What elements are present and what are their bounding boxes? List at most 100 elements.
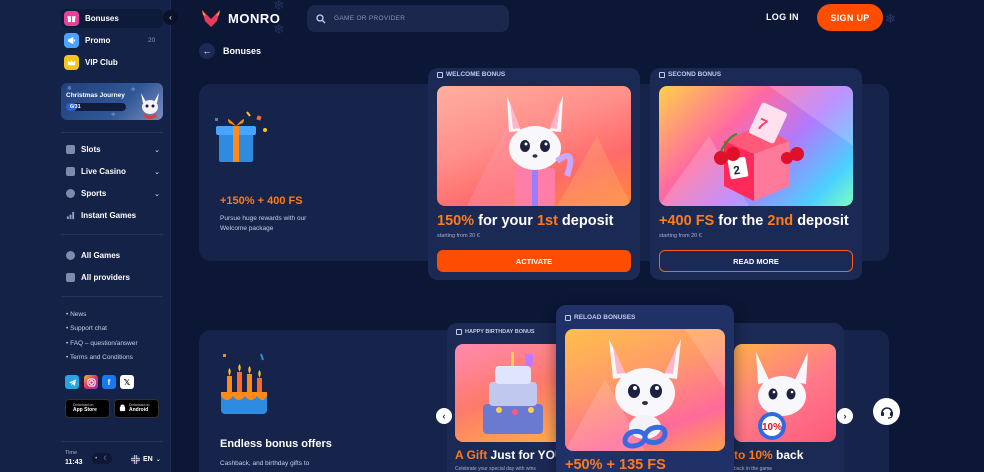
activate-button[interactable]: ACTIVATE (437, 250, 631, 272)
app-store-button[interactable]: Download on App Store (65, 399, 110, 418)
chevron-down-icon: ⌄ (155, 457, 161, 463)
sidebar-link-news[interactable]: • News (66, 311, 86, 318)
headset-icon (880, 406, 893, 419)
page-title: ← Bonuses (199, 43, 261, 59)
carousel-next-button[interactable]: › (837, 408, 853, 424)
snowflake-decoration-icon: ❄ (273, 0, 285, 13)
uk-flag-icon (131, 455, 140, 464)
gift-box-small-icon (659, 71, 665, 78)
carousel-prev-button[interactable]: ‹ (436, 408, 452, 424)
sidebar-link-faq[interactable]: • FAQ – question/answer (66, 340, 138, 347)
sidebar-nav-live-casino[interactable]: Live Casino ⌄ (66, 167, 160, 176)
bonus-label: RELOAD BONUSES (565, 314, 635, 321)
sports-ball-icon (66, 189, 75, 198)
birthday-cake-icon (221, 353, 267, 414)
fox-cashback-illustration-icon: 10% (756, 352, 808, 440)
reload-bonus-image (565, 329, 725, 451)
chevron-down-icon: ⌄ (154, 190, 160, 198)
bonus-label: HAPPY BIRTHDAY BONUS (456, 329, 535, 335)
facebook-icon[interactable]: f (102, 375, 116, 389)
bar-chart-icon (66, 211, 75, 220)
snowflake-decoration-icon: ❄ (885, 11, 896, 25)
cashback-bonus-title: to 10% back (734, 448, 804, 462)
android-button[interactable]: Download on Android (114, 399, 159, 418)
brand-logo[interactable]: MONRO (200, 7, 280, 29)
instagram-icon[interactable] (84, 375, 98, 389)
slots-icon (66, 145, 75, 154)
sidebar-nav-all-providers[interactable]: All providers (66, 273, 160, 282)
birthday-bonus-subtitle: Celebrate your special day with wins (455, 466, 536, 472)
back-button[interactable]: ← (199, 43, 215, 59)
sidebar-item-bonuses[interactable]: Bonuses (64, 11, 119, 26)
sidebar-nav-sports[interactable]: Sports ⌄ (66, 189, 160, 198)
svg-text:❄: ❄ (273, 21, 285, 37)
providers-grid-icon (66, 273, 75, 282)
sidebar-divider (61, 441, 163, 442)
page-title-text: Bonuses (223, 46, 262, 56)
read-more-button[interactable]: READ MORE (659, 250, 853, 272)
gift-box-small-icon (565, 314, 571, 321)
nav-label: All providers (81, 273, 130, 282)
login-button[interactable]: LOG IN (766, 12, 799, 22)
sidebar-divider (61, 132, 163, 133)
fox-logo-icon (202, 10, 220, 27)
nav-label: Slots (81, 145, 101, 154)
search-placeholder: GAME OR PROVIDER (334, 15, 406, 22)
sidebar-item-promo[interactable]: Promo 20 (64, 33, 155, 48)
sun-icon: • (95, 455, 98, 462)
nav-label: Sports (81, 189, 107, 198)
promo-banner-title: Christmas Journey (66, 92, 125, 99)
top-header: MONRO ❄ ❄ GAME OR PROVIDER LOG IN SIGN U… (171, 0, 984, 38)
fox-infinity-illustration-icon (565, 329, 725, 451)
cashback-badge-text: 10% (762, 422, 782, 433)
time-value: 11:43 (65, 459, 83, 466)
chevron-left-icon: ‹ (169, 13, 172, 22)
x-twitter-icon[interactable]: 𝕏 (120, 375, 134, 389)
bonus-label: WELCOME BONUS (437, 71, 505, 78)
birthday-bonus-title: A Gift Just for YOU (455, 448, 564, 462)
android-icon (119, 404, 126, 414)
cashback-bonus-image: 10% (734, 344, 836, 442)
theme-toggle[interactable]: • ☾ (92, 453, 112, 464)
time-label: Time (65, 450, 78, 456)
cashback-bonus-subtitle: back in the game (734, 466, 773, 472)
search-input[interactable]: GAME OR PROVIDER (307, 5, 509, 32)
signup-button[interactable]: SIGN UP (817, 4, 883, 31)
collapse-sidebar-button[interactable]: ‹ (163, 10, 178, 25)
reload-bonus-card: RELOAD BONUSES +50% + 135 FS (556, 305, 734, 472)
sidebar-link-support-chat[interactable]: • Support chat (66, 325, 107, 332)
welcome-bonus-subtitle: starting from 20 € (437, 233, 480, 239)
support-chat-button[interactable] (873, 398, 900, 425)
sidebar-divider (61, 296, 163, 297)
snowflake-decoration-icon: ❄ (273, 21, 285, 37)
welcome-headline: +150% + 400 FS (220, 195, 303, 207)
sidebar-nav-slots[interactable]: Slots ⌄ (66, 145, 160, 154)
welcome-bonus-card: WELCOME BONUS 150% for your 1st deposit … (428, 68, 640, 280)
search-icon (316, 13, 326, 23)
christmas-journey-banner[interactable]: ❄ ❄ ❄ Christmas Journey 6/31 (61, 83, 163, 120)
nav-label: Instant Games (81, 211, 137, 220)
telegram-icon[interactable] (65, 375, 79, 389)
sidebar-nav-all-games[interactable]: All Games (66, 251, 160, 260)
gift-box-small-icon (456, 329, 462, 335)
chevron-right-icon: › (843, 411, 847, 421)
chevron-left-icon: ‹ (442, 411, 446, 421)
nav-label: All Games (81, 251, 121, 260)
slot-box-cherries-illustration-icon: 7 2 (659, 86, 853, 206)
language-selector[interactable]: EN ⌄ (131, 455, 161, 464)
sidebar-nav-instant-games[interactable]: Instant Games (66, 211, 160, 220)
second-bonus-card: SECOND BONUS 7 2 +400 FS for the 2nd dep… (650, 68, 862, 280)
promo-progress-bar: 6/31 (66, 103, 126, 111)
second-bonus-image: 7 2 (659, 86, 853, 206)
svg-text:❄: ❄ (131, 87, 135, 93)
reload-bonus-title: +50% + 135 FS (565, 457, 666, 472)
fox-gift-illustration-icon (467, 96, 631, 206)
sidebar-link-terms[interactable]: • Terms and Conditions (66, 354, 133, 361)
welcome-bonus-image (437, 86, 631, 206)
sidebar-divider (61, 234, 163, 235)
sidebar-item-label: Bonuses (85, 14, 119, 23)
sidebar-item-vip-club[interactable]: VIP Club (64, 55, 118, 70)
gift-icon (64, 11, 79, 26)
promo-icon (64, 33, 79, 48)
welcome-bonus-title: 150% for your 1st deposit (437, 213, 614, 229)
